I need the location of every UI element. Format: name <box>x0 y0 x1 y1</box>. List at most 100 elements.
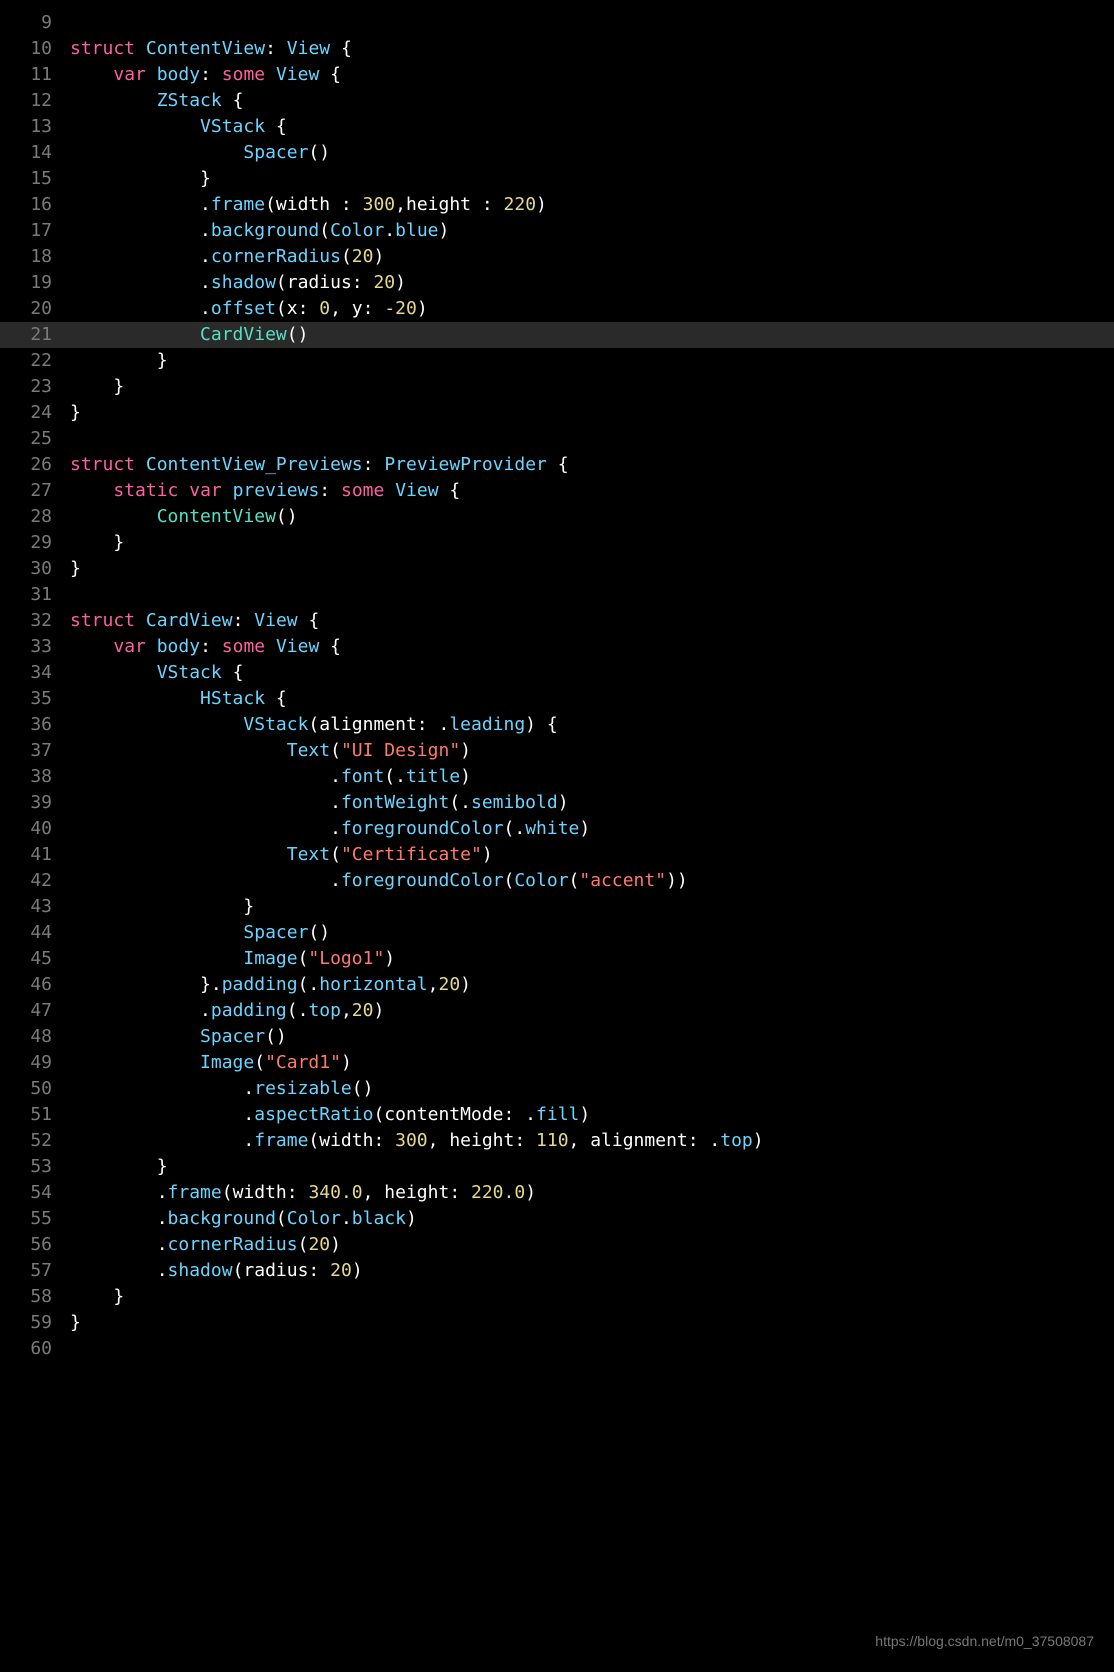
code-content[interactable]: HStack { <box>70 686 1114 712</box>
code-content[interactable]: VStack { <box>70 660 1114 686</box>
code-content[interactable]: struct CardView: View { <box>70 608 1114 634</box>
code-content[interactable]: Spacer() <box>70 920 1114 946</box>
code-content[interactable]: } <box>70 348 1114 374</box>
code-line[interactable]: 52 .frame(width: 300, height: 110, align… <box>0 1128 1114 1154</box>
code-line[interactable]: 21 CardView() <box>0 322 1114 348</box>
code-line[interactable]: 48 Spacer() <box>0 1024 1114 1050</box>
code-line[interactable]: 40 .foregroundColor(.white) <box>0 816 1114 842</box>
code-line[interactable]: 24} <box>0 400 1114 426</box>
code-line[interactable]: 46 }.padding(.horizontal,20) <box>0 972 1114 998</box>
code-line[interactable]: 43 } <box>0 894 1114 920</box>
code-content[interactable]: .foregroundColor(.white) <box>70 816 1114 842</box>
code-content[interactable]: .cornerRadius(20) <box>70 1232 1114 1258</box>
code-line[interactable]: 16 .frame(width : 300,height : 220) <box>0 192 1114 218</box>
code-content[interactable]: } <box>70 894 1114 920</box>
code-content[interactable]: .shadow(radius: 20) <box>70 270 1114 296</box>
code-content[interactable]: .font(.title) <box>70 764 1114 790</box>
code-line[interactable]: 44 Spacer() <box>0 920 1114 946</box>
code-line[interactable]: 27 static var previews: some View { <box>0 478 1114 504</box>
code-line[interactable]: 18 .cornerRadius(20) <box>0 244 1114 270</box>
code-line[interactable]: 54 .frame(width: 340.0, height: 220.0) <box>0 1180 1114 1206</box>
code-content[interactable]: } <box>70 166 1114 192</box>
code-line[interactable]: 49 Image("Card1") <box>0 1050 1114 1076</box>
code-line[interactable]: 42 .foregroundColor(Color("accent")) <box>0 868 1114 894</box>
code-content[interactable]: .fontWeight(.semibold) <box>70 790 1114 816</box>
code-content[interactable]: } <box>70 1310 1114 1336</box>
code-line[interactable]: 26struct ContentView_Previews: PreviewPr… <box>0 452 1114 478</box>
code-content[interactable]: static var previews: some View { <box>70 478 1114 504</box>
code-content[interactable]: var body: some View { <box>70 62 1114 88</box>
code-line[interactable]: 20 .offset(x: 0, y: -20) <box>0 296 1114 322</box>
code-content[interactable]: .offset(x: 0, y: -20) <box>70 296 1114 322</box>
code-content[interactable]: .frame(width: 300, height: 110, alignmen… <box>70 1128 1114 1154</box>
code-content[interactable]: .resizable() <box>70 1076 1114 1102</box>
code-content[interactable]: ZStack { <box>70 88 1114 114</box>
code-content[interactable]: } <box>70 1154 1114 1180</box>
code-content[interactable]: .frame(width : 300,height : 220) <box>70 192 1114 218</box>
code-line[interactable]: 50 .resizable() <box>0 1076 1114 1102</box>
code-line[interactable]: 15 } <box>0 166 1114 192</box>
code-content[interactable]: .foregroundColor(Color("accent")) <box>70 868 1114 894</box>
code-content[interactable]: struct ContentView_Previews: PreviewProv… <box>70 452 1114 478</box>
code-line[interactable]: 41 Text("Certificate") <box>0 842 1114 868</box>
code-content[interactable]: Image("Card1") <box>70 1050 1114 1076</box>
code-line[interactable]: 38 .font(.title) <box>0 764 1114 790</box>
code-content[interactable]: } <box>70 556 1114 582</box>
code-line[interactable]: 47 .padding(.top,20) <box>0 998 1114 1024</box>
code-line[interactable]: 19 .shadow(radius: 20) <box>0 270 1114 296</box>
code-content[interactable]: .padding(.top,20) <box>70 998 1114 1024</box>
code-editor[interactable]: 910struct ContentView: View {11 var body… <box>0 0 1114 1362</box>
code-line[interactable]: 59} <box>0 1310 1114 1336</box>
code-line[interactable]: 51 .aspectRatio(contentMode: .fill) <box>0 1102 1114 1128</box>
code-line[interactable]: 33 var body: some View { <box>0 634 1114 660</box>
code-content[interactable]: Text("UI Design") <box>70 738 1114 764</box>
code-content[interactable]: } <box>70 400 1114 426</box>
code-content[interactable]: ContentView() <box>70 504 1114 530</box>
code-content[interactable]: .shadow(radius: 20) <box>70 1258 1114 1284</box>
code-line[interactable]: 30} <box>0 556 1114 582</box>
code-content[interactable]: VStack(alignment: .leading) { <box>70 712 1114 738</box>
code-content[interactable]: } <box>70 530 1114 556</box>
code-content[interactable]: .aspectRatio(contentMode: .fill) <box>70 1102 1114 1128</box>
code-line[interactable]: 56 .cornerRadius(20) <box>0 1232 1114 1258</box>
code-content[interactable]: Spacer() <box>70 1024 1114 1050</box>
code-line[interactable]: 37 Text("UI Design") <box>0 738 1114 764</box>
code-line[interactable]: 10struct ContentView: View { <box>0 36 1114 62</box>
code-content[interactable]: } <box>70 374 1114 400</box>
code-content[interactable]: .background(Color.black) <box>70 1206 1114 1232</box>
code-content[interactable]: Spacer() <box>70 140 1114 166</box>
code-content[interactable]: }.padding(.horizontal,20) <box>70 972 1114 998</box>
code-line[interactable]: 55 .background(Color.black) <box>0 1206 1114 1232</box>
code-line[interactable]: 35 HStack { <box>0 686 1114 712</box>
code-line[interactable]: 25 <box>0 426 1114 452</box>
code-line[interactable]: 57 .shadow(radius: 20) <box>0 1258 1114 1284</box>
code-line[interactable]: 45 Image("Logo1") <box>0 946 1114 972</box>
code-content[interactable]: Image("Logo1") <box>70 946 1114 972</box>
code-line[interactable]: 23 } <box>0 374 1114 400</box>
code-line[interactable]: 31 <box>0 582 1114 608</box>
code-content[interactable]: .frame(width: 340.0, height: 220.0) <box>70 1180 1114 1206</box>
code-content[interactable]: .cornerRadius(20) <box>70 244 1114 270</box>
code-line[interactable]: 32struct CardView: View { <box>0 608 1114 634</box>
code-line[interactable]: 29 } <box>0 530 1114 556</box>
code-line[interactable]: 58 } <box>0 1284 1114 1310</box>
code-line[interactable]: 17 .background(Color.blue) <box>0 218 1114 244</box>
code-line[interactable]: 11 var body: some View { <box>0 62 1114 88</box>
code-content[interactable]: struct ContentView: View { <box>70 36 1114 62</box>
code-content[interactable]: CardView() <box>70 322 1114 348</box>
code-line[interactable]: 13 VStack { <box>0 114 1114 140</box>
code-content[interactable]: Text("Certificate") <box>70 842 1114 868</box>
code-line[interactable]: 28 ContentView() <box>0 504 1114 530</box>
code-line[interactable]: 53 } <box>0 1154 1114 1180</box>
code-line[interactable]: 12 ZStack { <box>0 88 1114 114</box>
code-content[interactable]: .background(Color.blue) <box>70 218 1114 244</box>
code-content[interactable]: var body: some View { <box>70 634 1114 660</box>
code-line[interactable]: 60 <box>0 1336 1114 1362</box>
code-content[interactable]: } <box>70 1284 1114 1310</box>
code-line[interactable]: 9 <box>0 10 1114 36</box>
code-line[interactable]: 14 Spacer() <box>0 140 1114 166</box>
code-line[interactable]: 34 VStack { <box>0 660 1114 686</box>
code-line[interactable]: 39 .fontWeight(.semibold) <box>0 790 1114 816</box>
code-content[interactable]: VStack { <box>70 114 1114 140</box>
code-line[interactable]: 22 } <box>0 348 1114 374</box>
